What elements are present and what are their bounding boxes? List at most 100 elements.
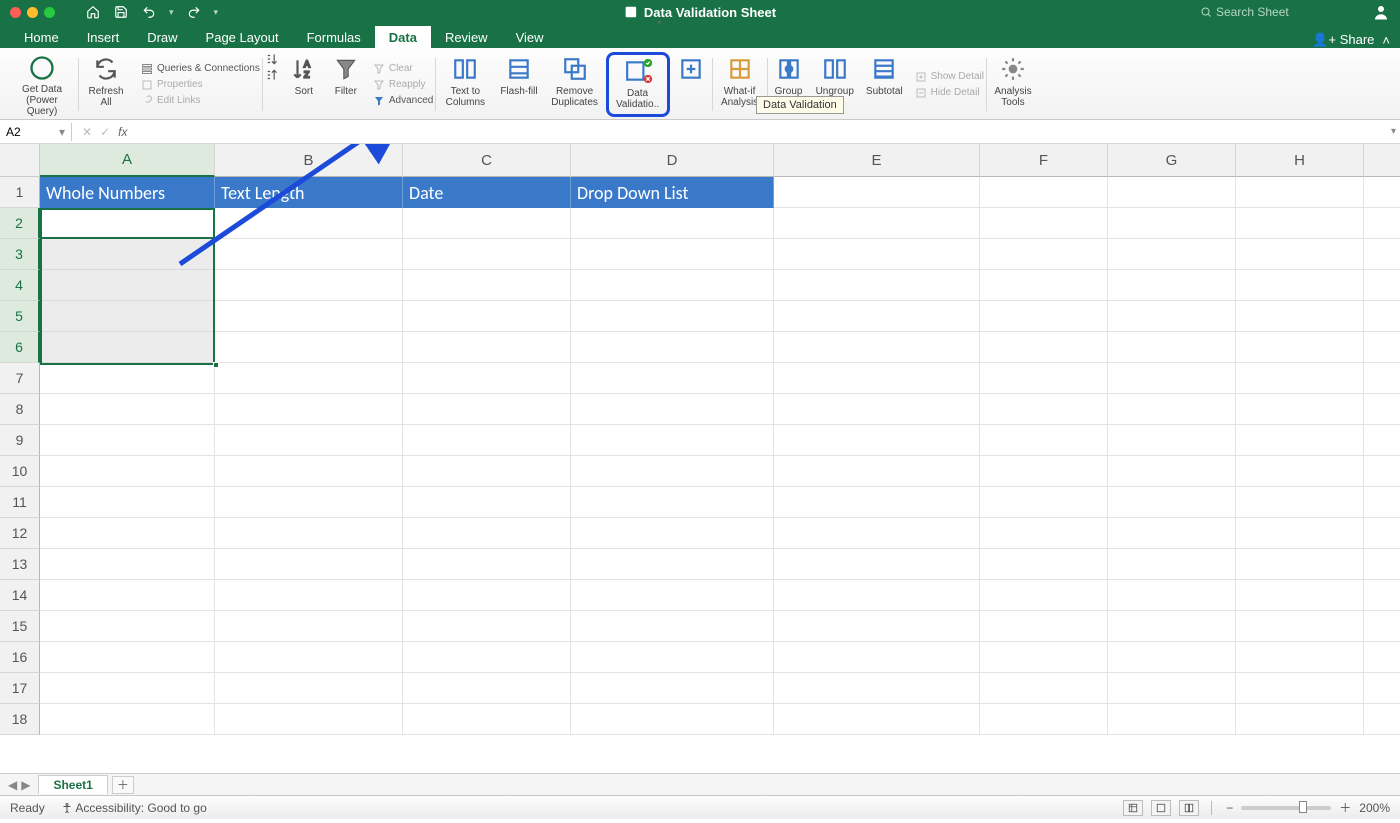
sheet-tab-sheet1[interactable]: Sheet1: [38, 775, 107, 794]
cell[interactable]: [1364, 518, 1400, 549]
cell[interactable]: [40, 580, 215, 611]
expand-formula-bar[interactable]: ▾: [1391, 126, 1396, 137]
tab-formulas[interactable]: Formulas: [293, 26, 375, 48]
cell[interactable]: [571, 673, 774, 704]
cell[interactable]: [1236, 518, 1364, 549]
cell[interactable]: [40, 239, 215, 270]
cell[interactable]: [215, 642, 403, 673]
cell[interactable]: [1364, 394, 1400, 425]
cell[interactable]: [40, 549, 215, 580]
cell[interactable]: [980, 704, 1108, 735]
column-header[interactable]: I: [1364, 144, 1400, 177]
cell[interactable]: [40, 518, 215, 549]
cell[interactable]: [403, 487, 571, 518]
cell[interactable]: Whole Numbers: [40, 177, 215, 208]
reapply-filter-button[interactable]: Reapply: [371, 78, 435, 92]
cell[interactable]: [403, 363, 571, 394]
cell[interactable]: [403, 456, 571, 487]
cell[interactable]: [571, 642, 774, 673]
filter-button[interactable]: Filter: [325, 52, 367, 117]
cell[interactable]: [774, 549, 980, 580]
queries-connections-button[interactable]: Queries & Connections: [139, 62, 262, 76]
formula-input[interactable]: [137, 125, 1400, 139]
cell[interactable]: [1236, 487, 1364, 518]
cell[interactable]: [774, 704, 980, 735]
advanced-filter-button[interactable]: Advanced: [371, 94, 435, 108]
cell[interactable]: [403, 394, 571, 425]
maximize-window-button[interactable]: [44, 7, 55, 18]
data-validation-button[interactable]: Data Validatio.. ▾: [612, 56, 664, 110]
column-header[interactable]: G: [1108, 144, 1236, 177]
undo-icon[interactable]: [141, 4, 157, 20]
cell[interactable]: [215, 456, 403, 487]
clear-filter-button[interactable]: Clear: [371, 62, 435, 76]
normal-view-button[interactable]: [1123, 800, 1143, 816]
fx-icon[interactable]: fx: [118, 125, 127, 139]
cell[interactable]: [403, 580, 571, 611]
cell[interactable]: [980, 239, 1108, 270]
home-icon[interactable]: [85, 4, 101, 20]
cell[interactable]: [1108, 518, 1236, 549]
name-box[interactable]: A2▾: [0, 123, 72, 141]
cell[interactable]: [774, 363, 980, 394]
cell[interactable]: [40, 611, 215, 642]
cell[interactable]: [1236, 239, 1364, 270]
cell[interactable]: [571, 394, 774, 425]
row-header[interactable]: 9: [0, 425, 40, 456]
cancel-formula-icon[interactable]: ✕: [82, 125, 92, 139]
cell[interactable]: [980, 518, 1108, 549]
cell[interactable]: [774, 394, 980, 425]
cell[interactable]: [1364, 239, 1400, 270]
cell[interactable]: [980, 363, 1108, 394]
sheet-nav-prev[interactable]: ◀: [8, 778, 17, 792]
row-header[interactable]: 1: [0, 177, 40, 208]
cell[interactable]: [1236, 208, 1364, 239]
tab-insert[interactable]: Insert: [73, 26, 134, 48]
cell[interactable]: [1108, 425, 1236, 456]
redo-icon[interactable]: [186, 4, 202, 20]
cell[interactable]: [571, 549, 774, 580]
cell[interactable]: [774, 580, 980, 611]
cell[interactable]: [403, 611, 571, 642]
cell[interactable]: [571, 704, 774, 735]
row-header[interactable]: 14: [0, 580, 40, 611]
cell[interactable]: [1364, 642, 1400, 673]
cell[interactable]: [980, 642, 1108, 673]
cell[interactable]: [403, 332, 571, 363]
cell[interactable]: Text Length: [215, 177, 403, 208]
cell[interactable]: [1364, 363, 1400, 394]
cell[interactable]: [403, 642, 571, 673]
row-header[interactable]: 11: [0, 487, 40, 518]
edit-links-button[interactable]: Edit Links: [139, 94, 262, 108]
cell[interactable]: [40, 642, 215, 673]
column-header[interactable]: H: [1236, 144, 1364, 177]
fill-handle[interactable]: [213, 362, 219, 368]
cell[interactable]: [1108, 456, 1236, 487]
tab-draw[interactable]: Draw: [133, 26, 191, 48]
row-header[interactable]: 18: [0, 704, 40, 735]
cell[interactable]: [1364, 425, 1400, 456]
page-layout-view-button[interactable]: [1151, 800, 1171, 816]
cell[interactable]: [571, 208, 774, 239]
cell[interactable]: [774, 301, 980, 332]
cell[interactable]: Drop Down List: [571, 177, 774, 208]
cell[interactable]: [980, 580, 1108, 611]
cell[interactable]: [774, 673, 980, 704]
cell[interactable]: [571, 301, 774, 332]
column-header[interactable]: C: [403, 144, 571, 177]
cell[interactable]: [1364, 704, 1400, 735]
search-input[interactable]: [1216, 5, 1336, 19]
cell[interactable]: [1236, 456, 1364, 487]
cell[interactable]: [774, 332, 980, 363]
row-header[interactable]: 13: [0, 549, 40, 580]
cell[interactable]: [1236, 270, 1364, 301]
cell[interactable]: [774, 208, 980, 239]
cell[interactable]: [1108, 208, 1236, 239]
cell[interactable]: [1108, 301, 1236, 332]
tab-review[interactable]: Review: [431, 26, 502, 48]
flash-fill-button[interactable]: Flash-fill: [494, 52, 543, 117]
cell[interactable]: [774, 239, 980, 270]
cell[interactable]: [403, 270, 571, 301]
cell[interactable]: [1236, 611, 1364, 642]
minimize-window-button[interactable]: [27, 7, 38, 18]
